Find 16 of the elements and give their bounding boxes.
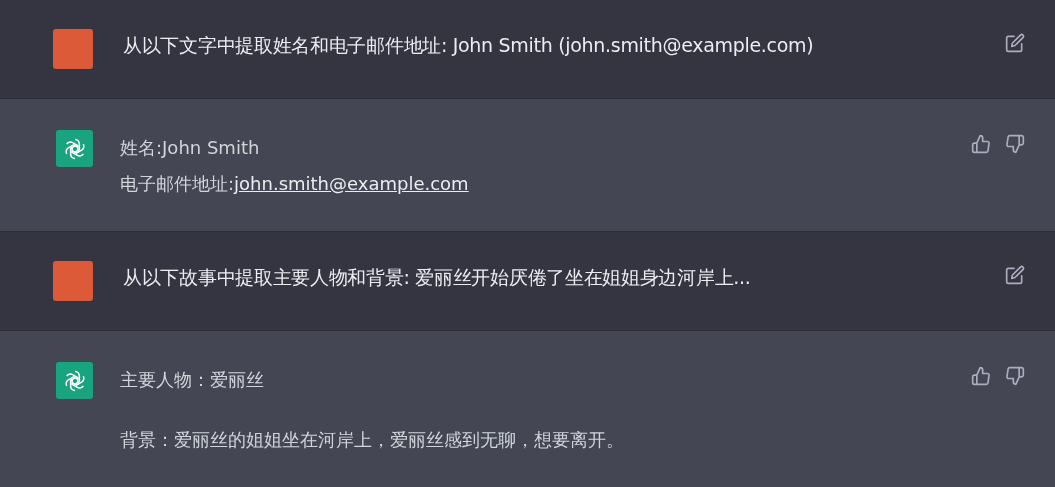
thumbs-down-icon[interactable] [1005,366,1025,386]
thumbs-up-icon[interactable] [971,134,991,154]
thumbs-up-icon[interactable] [971,366,991,386]
response-text: 背景：爱丽丝的姐姐坐在河岸上，爱丽丝感到无聊，想要离开。 [120,429,624,450]
prompt-text: 从以下故事中提取主要人物和背景: 爱丽丝开始厌倦了坐在姐姐身边河岸上... [123,265,752,290]
user-avatar [53,29,93,69]
response-text: 姓名:John Smith [120,137,260,158]
email-link[interactable]: john.smith@example.com [234,173,469,194]
response-text: 主要人物：爱丽丝 [120,369,264,390]
assistant-avatar [56,130,93,167]
assistant-avatar [56,362,93,399]
thumbs-down-icon[interactable] [1005,134,1025,154]
edit-icon[interactable] [1005,33,1025,53]
user-avatar [53,261,93,301]
edit-icon[interactable] [1005,265,1025,285]
prompt-text: 从以下文字中提取姓名和电子邮件地址: John Smith (john.smith@example.com) [123,33,815,58]
